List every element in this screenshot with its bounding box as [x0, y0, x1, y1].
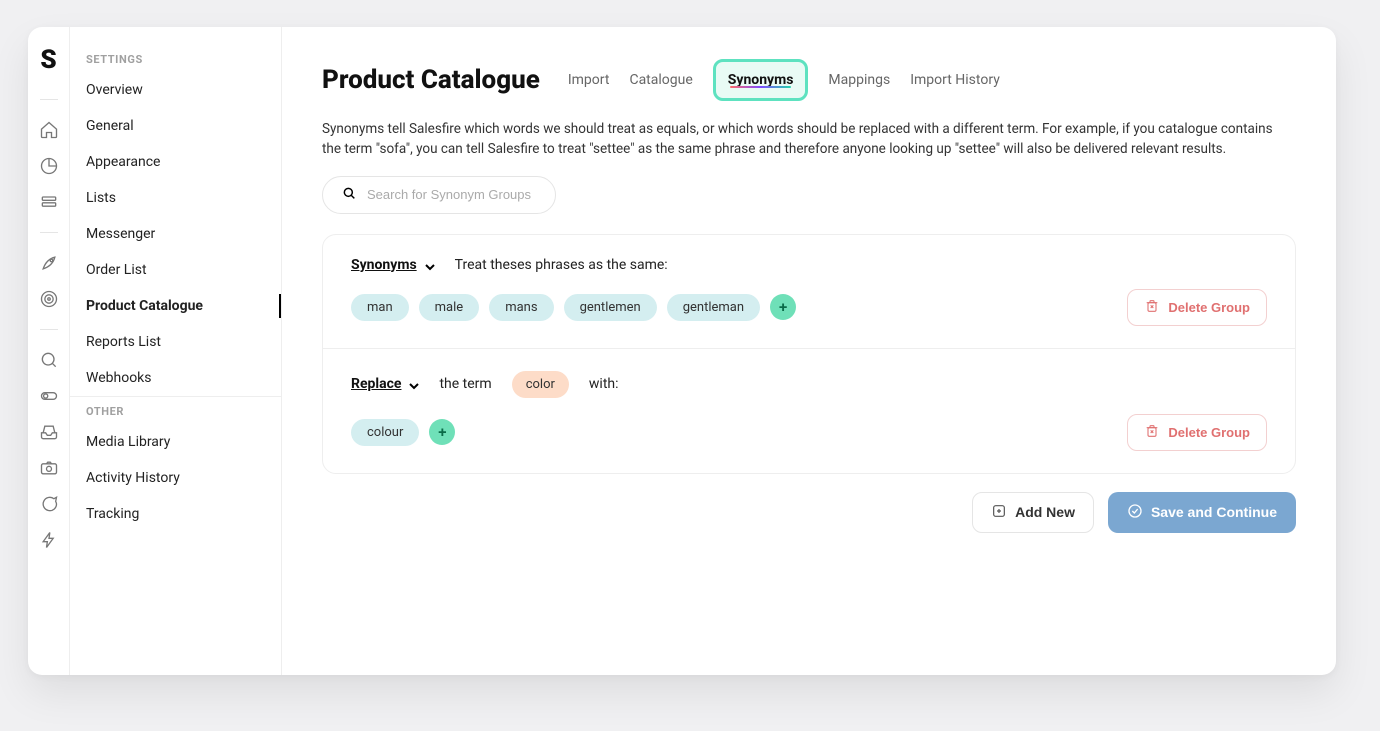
trash-icon: [1144, 423, 1160, 442]
check-circle-icon: [1127, 503, 1143, 522]
group-head: Replace the term color with:: [351, 371, 1267, 398]
stack-icon[interactable]: [37, 190, 61, 214]
tab-synonyms[interactable]: Synonyms: [728, 68, 794, 92]
delete-group-button[interactable]: Delete Group: [1127, 414, 1267, 451]
delete-group-label: Delete Group: [1168, 300, 1250, 315]
search-input[interactable]: [367, 187, 537, 202]
add-new-label: Add New: [1015, 504, 1075, 520]
page-description: Synonyms tell Salesfire which words we s…: [322, 119, 1282, 160]
replace-term-pill[interactable]: color: [512, 371, 569, 398]
save-continue-label: Save and Continue: [1151, 504, 1277, 520]
add-synonym-button[interactable]: +: [770, 294, 796, 320]
rail-divider: [40, 232, 58, 233]
sidebar-item-media-library[interactable]: Media Library: [70, 424, 281, 460]
replace-group: Replace the term color with: colour +: [323, 348, 1295, 473]
sidebar-section-settings: SETTINGS: [70, 45, 281, 72]
sidebar-item-general[interactable]: General: [70, 108, 281, 144]
sidebar-item-activity-history[interactable]: Activity History: [70, 460, 281, 496]
synonym-pill[interactable]: man: [351, 294, 409, 321]
synonym-pill[interactable]: gentlemen: [564, 294, 657, 321]
add-new-button[interactable]: Add New: [972, 492, 1094, 533]
replace-pills: colour +: [351, 419, 455, 446]
sidebar-item-product-catalogue[interactable]: Product Catalogue: [70, 288, 281, 324]
inbox-icon[interactable]: [37, 420, 61, 444]
add-icon: [991, 503, 1007, 522]
group-type-label: Replace: [351, 376, 401, 392]
chart-icon[interactable]: [37, 154, 61, 178]
tab-catalogue[interactable]: Catalogue: [629, 62, 692, 98]
group-type-label: Synonyms: [351, 257, 417, 273]
chevron-down-icon: [409, 379, 419, 389]
group-description: Treat theses phrases as the same:: [455, 257, 668, 273]
sidebar-item-overview[interactable]: Overview: [70, 72, 281, 108]
synonym-pills: man male mans gentlemen gentleman +: [351, 294, 796, 321]
save-continue-button[interactable]: Save and Continue: [1108, 492, 1296, 533]
synonym-pill[interactable]: mans: [489, 294, 553, 321]
tab-mappings[interactable]: Mappings: [828, 62, 890, 98]
sidebar-item-lists[interactable]: Lists: [70, 180, 281, 216]
app-shell: S: [28, 27, 1336, 675]
group-type-select[interactable]: Replace: [351, 376, 419, 392]
camera-icon[interactable]: [37, 456, 61, 480]
delete-group-label: Delete Group: [1168, 425, 1250, 440]
replace-suffix: with:: [589, 376, 619, 392]
sidebar: SETTINGS Overview General Appearance Lis…: [70, 27, 282, 675]
search-icon[interactable]: [37, 348, 61, 372]
chat-icon[interactable]: [37, 492, 61, 516]
rail-divider: [40, 329, 58, 330]
add-replacement-button[interactable]: +: [429, 419, 455, 445]
search-wrap[interactable]: [322, 176, 556, 214]
sidebar-item-messenger[interactable]: Messenger: [70, 216, 281, 252]
replacement-pill[interactable]: colour: [351, 419, 419, 446]
search-icon: [341, 185, 357, 205]
synonym-pill[interactable]: gentleman: [667, 294, 760, 321]
tabs: Import Catalogue Synonyms Mappings Impor…: [568, 59, 1000, 101]
tab-import[interactable]: Import: [568, 62, 610, 98]
main-header: Product Catalogue Import Catalogue Synon…: [322, 59, 1296, 101]
sidebar-item-tracking[interactable]: Tracking: [70, 496, 281, 532]
replace-prefix: the term: [439, 376, 491, 392]
home-icon[interactable]: [37, 118, 61, 142]
logo[interactable]: S: [40, 45, 56, 75]
bolt-icon[interactable]: [37, 528, 61, 552]
page-title: Product Catalogue: [322, 65, 540, 95]
rocket-icon[interactable]: [37, 251, 61, 275]
group-head: Synonyms Treat theses phrases as the sam…: [351, 257, 1267, 273]
tab-synonyms-highlight: Synonyms: [713, 59, 809, 101]
group-type-select[interactable]: Synonyms: [351, 257, 435, 273]
sidebar-item-webhooks[interactable]: Webhooks: [70, 360, 281, 397]
toggle-icon[interactable]: [37, 384, 61, 408]
synonym-pill[interactable]: male: [419, 294, 480, 321]
sidebar-item-order-list[interactable]: Order List: [70, 252, 281, 288]
sidebar-item-appearance[interactable]: Appearance: [70, 144, 281, 180]
tab-import-history[interactable]: Import History: [910, 62, 1000, 98]
rail-divider: [40, 99, 58, 100]
delete-group-button[interactable]: Delete Group: [1127, 289, 1267, 326]
groups-card: Synonyms Treat theses phrases as the sam…: [322, 234, 1296, 474]
trash-icon: [1144, 298, 1160, 317]
target-icon[interactable]: [37, 287, 61, 311]
icon-rail: S: [28, 27, 70, 675]
footer-actions: Add New Save and Continue: [322, 492, 1296, 533]
synonym-group: Synonyms Treat theses phrases as the sam…: [323, 235, 1295, 348]
main-content: Product Catalogue Import Catalogue Synon…: [282, 27, 1336, 675]
sidebar-section-other: OTHER: [70, 397, 281, 424]
sidebar-item-reports-list[interactable]: Reports List: [70, 324, 281, 360]
chevron-down-icon: [425, 260, 435, 270]
